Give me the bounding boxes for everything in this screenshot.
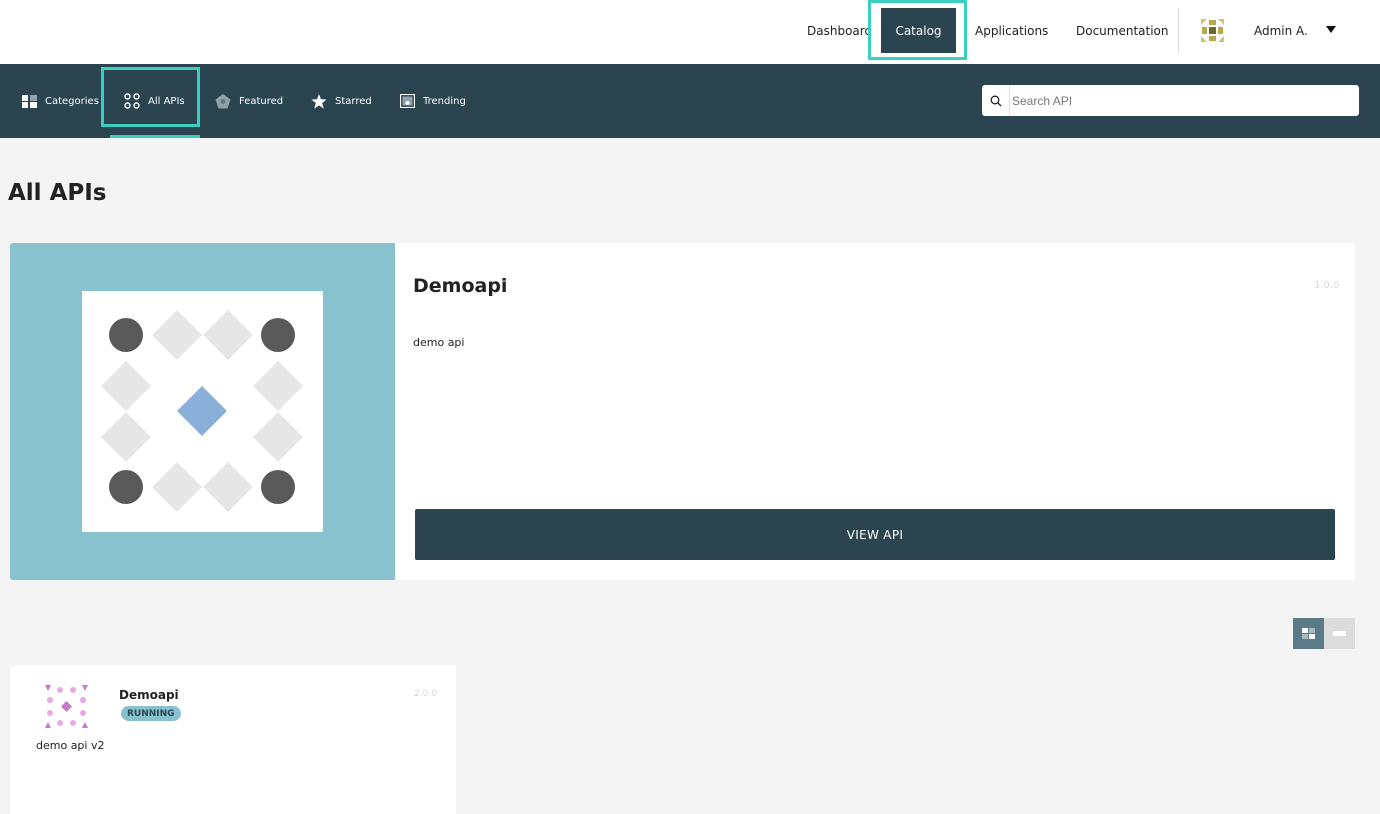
api-thumbnail-icon <box>45 685 88 728</box>
api-card-name[interactable]: Demoapi <box>119 688 179 702</box>
search-icon <box>982 85 1010 116</box>
tab-trending-label: Trending <box>423 95 466 107</box>
tab-starred-label: Starred <box>335 95 372 107</box>
api-pattern-image <box>82 291 323 532</box>
tab-all-apis-label: All APIs <box>148 95 185 107</box>
tab-categories-label: Categories <box>45 95 99 107</box>
caret-down-icon[interactable] <box>1326 26 1336 33</box>
nav-catalog[interactable]: Catalog <box>881 8 956 53</box>
grid-view-button[interactable] <box>1293 618 1324 649</box>
search-box <box>982 85 1359 116</box>
tab-categories[interactable]: Categories <box>22 64 99 138</box>
tab-featured[interactable]: Featured <box>215 64 283 138</box>
top-navigation: Dashboard Catalog Applications Documenta… <box>0 0 1380 64</box>
status-badge: RUNNING <box>121 706 181 721</box>
featured-api-version: 1.0.0 <box>1314 280 1340 291</box>
nav-divider <box>1178 9 1179 53</box>
all-apis-icon <box>124 93 140 109</box>
nav-dashboard[interactable]: Dashboard <box>807 0 872 62</box>
tab-trending[interactable]: Trending <box>400 64 466 138</box>
categories-icon <box>22 94 37 108</box>
search-input[interactable] <box>1010 86 1359 115</box>
api-card-version: 2.0.0 <box>414 689 437 699</box>
grid-view-icon <box>1302 628 1315 639</box>
catalog-subnav: Categories All APIs Featured Starred Tre… <box>0 64 1380 138</box>
tab-all-apis[interactable]: All APIs <box>124 64 185 138</box>
nav-documentation[interactable]: Documentation <box>1076 0 1169 62</box>
featured-api-thumbnail[interactable] <box>10 243 395 580</box>
featured-icon <box>215 93 231 108</box>
featured-api-description: demo api <box>413 336 465 349</box>
view-api-button[interactable]: VIEW API <box>415 509 1335 560</box>
list-view-icon <box>1333 631 1346 636</box>
user-name[interactable]: Admin A. <box>1254 0 1308 62</box>
view-toggle <box>1293 618 1355 649</box>
api-card-description: demo api v2 <box>36 739 105 752</box>
page-title: All APIs <box>8 180 107 206</box>
star-icon <box>311 93 327 109</box>
tab-featured-label: Featured <box>239 95 284 107</box>
tab-starred[interactable]: Starred <box>311 64 372 138</box>
trending-icon <box>400 94 415 108</box>
nav-applications[interactable]: Applications <box>975 0 1048 62</box>
list-view-button[interactable] <box>1324 618 1355 649</box>
avatar-icon[interactable] <box>1199 17 1226 44</box>
featured-api-name[interactable]: Demoapi <box>413 275 507 297</box>
nav-catalog-highlight: Catalog <box>868 0 967 60</box>
